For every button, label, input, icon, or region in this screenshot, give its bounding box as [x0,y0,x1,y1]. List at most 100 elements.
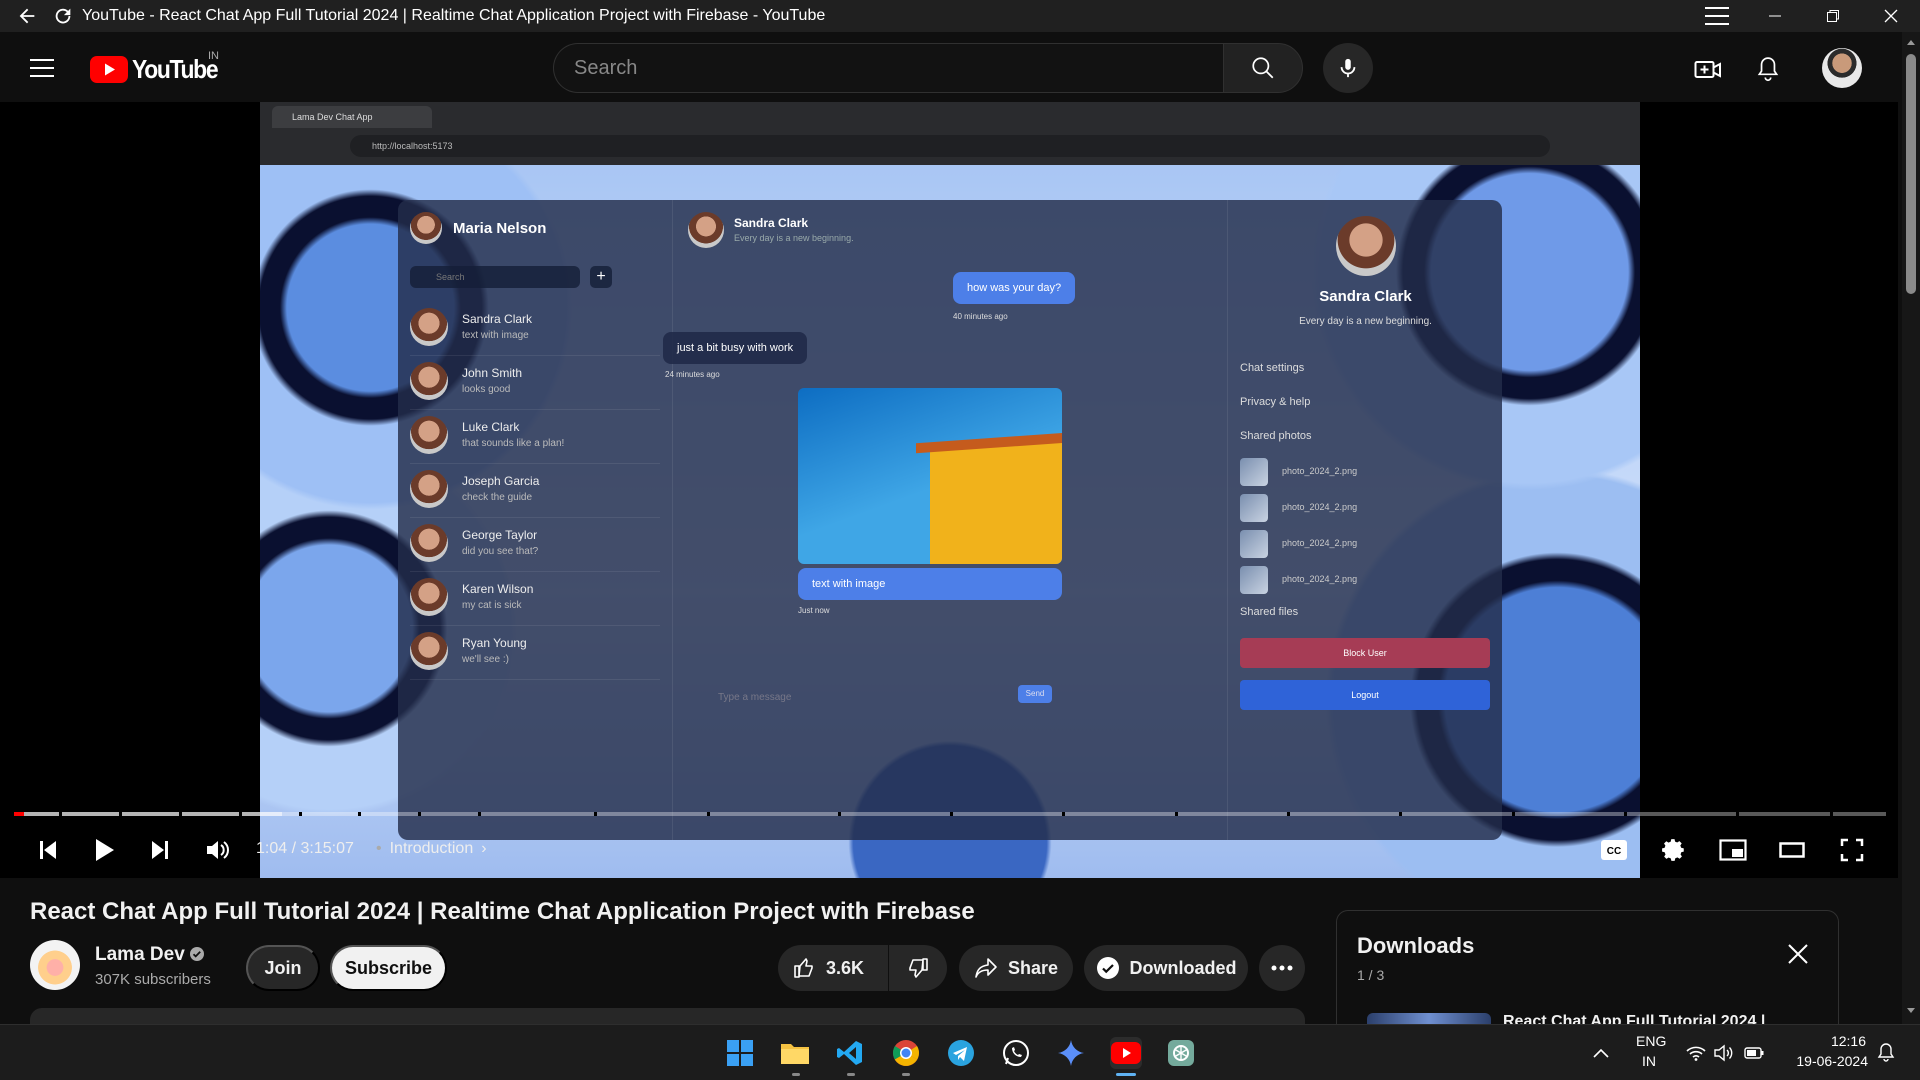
chapter-marker [58,812,62,816]
share-label: Share [1007,957,1059,978]
region-indicator[interactable]: IN [1642,1053,1656,1069]
chapter-marker [118,812,122,816]
search-button[interactable] [1223,43,1303,93]
block-user-button: Block User [1240,638,1490,668]
vscode-icon[interactable] [834,1037,866,1069]
telegram-icon[interactable] [945,1037,977,1069]
chat-search: Search [410,266,580,288]
chapter-marker [837,812,841,816]
search-icon [1252,57,1274,79]
wifi-icon[interactable] [1686,1043,1706,1063]
youtube-icon[interactable] [1110,1037,1142,1069]
close-icon[interactable] [1862,0,1920,32]
scroll-thumb[interactable] [1906,54,1916,294]
embedded-browser-chrome: Lama Dev Chat App http://localhost:5173 [260,102,1640,165]
next-icon[interactable] [140,830,180,870]
logo-text: YouTube [132,54,219,84]
more-actions-button[interactable] [1259,945,1305,991]
theater-mode-icon[interactable] [1772,830,1812,870]
contact-name: Luke Clark [462,420,520,434]
photo-thumbnail [1240,566,1268,594]
page-scrollbar[interactable] [1902,32,1920,1024]
download-button[interactable]: Downloaded [1084,945,1248,991]
gemini-icon[interactable] [1055,1037,1087,1069]
chrome-icon[interactable] [890,1037,922,1069]
mic-button[interactable] [1323,43,1373,93]
captions-icon[interactable]: CC [1594,830,1634,870]
video-title: React Chat App Full Tutorial 2024 | Real… [30,898,975,925]
refresh-icon[interactable] [52,5,74,27]
windows-start-icon[interactable] [724,1037,756,1069]
channel-name[interactable]: Lama Dev [95,944,185,966]
back-arrow-icon[interactable] [16,5,38,27]
contact-avatar [410,632,448,670]
photo-filename: photo_2024_2.png [1282,574,1358,584]
dislike-button[interactable] [889,945,947,991]
chapter-marker [594,812,598,816]
chatgpt-icon[interactable] [1165,1037,1197,1069]
chapter-marker [1286,812,1290,816]
share-icon [975,958,997,978]
photo-filename: photo_2024_2.png [1282,502,1358,512]
progress-bar[interactable] [14,812,1886,816]
previous-icon[interactable] [28,830,68,870]
scroll-up-icon[interactable] [1907,40,1915,45]
search-input[interactable] [553,43,1223,93]
contact-name: Ryan Young [462,636,527,650]
youtube-logo[interactable]: YouTube IN [90,50,229,85]
restore-icon[interactable] [1804,0,1862,32]
detail-avatar [1336,216,1396,276]
volume-tray-icon[interactable] [1714,1043,1734,1063]
whatsapp-icon[interactable] [1000,1037,1032,1069]
menu-icon[interactable] [26,52,58,84]
avatar[interactable] [1822,48,1862,88]
play-icon[interactable] [84,830,124,870]
battery-icon[interactable] [1744,1045,1764,1061]
contact-item: George Taylor did you see that? [410,516,660,572]
running-indicator [902,1073,910,1076]
chapter-marker [1174,812,1178,816]
chevron-up-icon[interactable] [1593,1045,1609,1061]
chapter-marker [1736,812,1740,816]
clock-time[interactable]: 12:16 [1830,1033,1866,1049]
volume-icon[interactable] [198,830,238,870]
file-explorer-icon[interactable] [779,1037,811,1069]
share-button[interactable]: Share [959,945,1073,991]
settings-icon[interactable] [1654,830,1694,870]
shared-photos-item: Shared photos [1240,430,1312,442]
create-icon[interactable] [1690,52,1726,88]
video-player[interactable]: Lama Dev Chat App http://localhost:5173 … [0,102,1898,878]
chapter-marker [950,812,953,816]
shared-photo-row: photo_2024_2.png [1240,494,1490,524]
like-button[interactable]: 3.6K [778,945,888,991]
time-display: 1:04 / 3:15:07 [256,840,354,857]
close-icon[interactable] [1783,939,1813,969]
photo-thumbnail [1240,494,1268,522]
minimize-icon[interactable] [1746,0,1804,32]
privacy-help-item: Privacy & help [1240,396,1311,408]
scroll-down-icon[interactable] [1907,1008,1915,1013]
embedded-address-bar: http://localhost:5173 [350,135,1550,157]
hamburger-menu-icon[interactable] [1688,0,1746,32]
fullscreen-icon[interactable] [1832,830,1872,870]
shared-photo-row: photo_2024_2.png [1240,458,1490,488]
message-bubble: just a bit busy with work [663,332,808,364]
embedded-browser-tab: Lama Dev Chat App [272,106,432,128]
message-time: 40 minutes ago [953,312,1008,321]
subscribe-button[interactable]: Subscribe [330,945,447,991]
chapter-button[interactable]: • Introduction › [376,840,487,858]
contact-item: Ryan Young we'll see :) [410,624,660,680]
notifications-icon[interactable] [1876,1043,1896,1063]
chapter-marker [1829,812,1833,816]
clock-date[interactable]: 19-06-2024 [1788,1053,1868,1069]
masthead: YouTube IN [0,32,1920,102]
bell-icon[interactable] [1750,52,1786,88]
contact-last-message: we'll see :) [462,654,509,665]
contact-item: Joseph Garcia check the guide [410,462,660,518]
contact-last-message: looks good [462,384,511,395]
language-indicator[interactable]: ENG [1636,1033,1666,1049]
miniplayer-icon[interactable] [1713,830,1753,870]
chat-header-name: Sandra Clark [734,216,809,230]
join-button[interactable]: Join [246,945,320,991]
channel-avatar[interactable] [30,940,80,990]
